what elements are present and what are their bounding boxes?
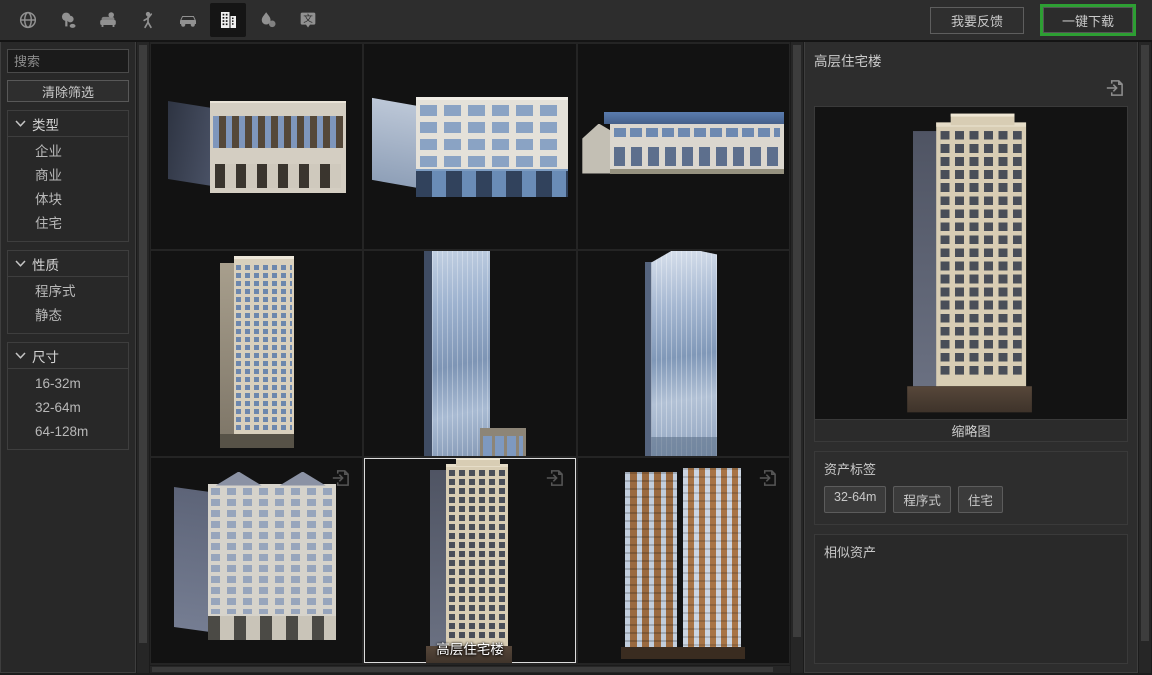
toolbar-tab-globe[interactable] bbox=[10, 3, 46, 37]
toolbar-tab-decal[interactable] bbox=[250, 3, 286, 37]
asset-card[interactable] bbox=[151, 458, 362, 663]
toolbar-tab-vegetation[interactable] bbox=[50, 3, 86, 37]
export-icon[interactable] bbox=[756, 466, 780, 490]
filter-item-64-128m[interactable]: 64-128m bbox=[8, 420, 128, 444]
props-icon bbox=[97, 9, 119, 31]
decal-icon bbox=[257, 9, 279, 31]
scrollbar-thumb[interactable] bbox=[1141, 45, 1149, 641]
scrollbar-thumb[interactable] bbox=[139, 45, 147, 643]
similar-assets-section: 相似资产 bbox=[814, 534, 1128, 664]
filter-item-commercial[interactable]: 商业 bbox=[8, 164, 128, 188]
filter-item-static[interactable]: 静态 bbox=[8, 304, 128, 328]
tag-residential[interactable]: 住宅 bbox=[958, 486, 1003, 513]
filter-item-massing[interactable]: 体块 bbox=[8, 188, 128, 212]
tag-size[interactable]: 32-64m bbox=[824, 486, 886, 513]
asset-card[interactable] bbox=[578, 251, 789, 456]
asset-thumbnail bbox=[151, 251, 362, 456]
filter-item-enterprise[interactable]: 企业 bbox=[8, 140, 128, 164]
filter-group-items: 企业 商业 体块 住宅 bbox=[8, 137, 128, 241]
feedback-button[interactable]: 我要反馈 bbox=[930, 7, 1024, 34]
toolbar-tab-props[interactable] bbox=[90, 3, 126, 37]
character-icon bbox=[137, 9, 159, 31]
main-area: 清除筛选 类型 企业 商业 体块 住宅 性质 bbox=[0, 42, 1152, 673]
chevron-down-icon bbox=[15, 259, 26, 268]
filter-group-items: 16-32m 32-64m 64-128m bbox=[8, 369, 128, 449]
asset-card[interactable] bbox=[151, 44, 362, 249]
toolbar-tab-vehicle[interactable] bbox=[170, 3, 206, 37]
asset-card[interactable] bbox=[578, 458, 789, 663]
filter-group-label: 类型 bbox=[32, 114, 59, 134]
filter-group-nature-header[interactable]: 性质 bbox=[8, 251, 128, 277]
filter-group-size-header[interactable]: 尺寸 bbox=[8, 343, 128, 369]
asset-thumbnail bbox=[578, 251, 789, 456]
chevron-down-icon bbox=[15, 119, 26, 128]
filter-group-items: 程序式 静态 bbox=[8, 277, 128, 333]
filter-item-32-64m[interactable]: 32-64m bbox=[8, 396, 128, 420]
filter-sidebar: 清除筛选 类型 企业 商业 体块 住宅 性质 bbox=[0, 42, 136, 673]
download-button-highlight: 一键下载 bbox=[1040, 4, 1136, 36]
filter-group-label: 性质 bbox=[32, 254, 59, 274]
detail-thumbnail bbox=[815, 107, 1127, 419]
filter-group-type-header[interactable]: 类型 bbox=[8, 111, 128, 137]
scrollbar-thumb[interactable] bbox=[793, 45, 801, 637]
sign-icon: 文 bbox=[297, 9, 319, 31]
vehicle-icon bbox=[176, 8, 200, 32]
svg-text:文: 文 bbox=[303, 13, 313, 25]
export-icon[interactable] bbox=[329, 466, 353, 490]
asset-card-selected[interactable]: 高层住宅楼 bbox=[364, 458, 575, 663]
filter-group-size: 尺寸 16-32m 32-64m 64-128m bbox=[7, 342, 129, 450]
toolbar-tab-building[interactable] bbox=[210, 3, 246, 37]
tag-procedural[interactable]: 程序式 bbox=[893, 486, 951, 513]
scrollbar-thumb[interactable] bbox=[152, 667, 773, 672]
asset-thumbnail bbox=[364, 251, 575, 456]
detail-scrollbar[interactable] bbox=[1138, 42, 1152, 673]
top-toolbar: 文 我要反馈 一键下载 bbox=[0, 0, 1152, 42]
asset-thumbnail bbox=[578, 44, 789, 249]
thumbnail-caption: 缩略图 bbox=[814, 419, 1128, 442]
detail-panel: 高层住宅楼 缩略图 资产标签 32-64m 程序式 住宅 相似资产 bbox=[804, 42, 1138, 673]
download-button[interactable]: 一键下载 bbox=[1043, 7, 1133, 33]
export-icon[interactable] bbox=[543, 466, 567, 490]
asset-thumbnail bbox=[151, 44, 362, 249]
filter-item-16-32m[interactable]: 16-32m bbox=[8, 372, 128, 396]
grid-scrollbar[interactable] bbox=[790, 42, 804, 673]
asset-card[interactable] bbox=[364, 44, 575, 249]
asset-tags-row: 32-64m 程序式 住宅 bbox=[824, 486, 1118, 513]
detail-title: 高层住宅楼 bbox=[814, 50, 1128, 70]
asset-tags-header: 资产标签 bbox=[824, 459, 1118, 478]
asset-card[interactable] bbox=[364, 251, 575, 456]
similar-assets-header: 相似资产 bbox=[824, 542, 1118, 561]
detail-thumbnail-box bbox=[814, 106, 1128, 419]
vegetation-icon bbox=[57, 9, 79, 31]
filter-item-residential[interactable]: 住宅 bbox=[8, 212, 128, 236]
filter-group-label: 尺寸 bbox=[32, 346, 59, 366]
asset-grid-area: 高层住宅楼 bbox=[150, 42, 790, 673]
asset-thumbnail bbox=[364, 44, 575, 249]
toolbar-tab-sign[interactable]: 文 bbox=[290, 3, 326, 37]
asset-card[interactable] bbox=[151, 251, 362, 456]
search-input[interactable] bbox=[7, 49, 129, 73]
asset-tags-section: 资产标签 32-64m 程序式 住宅 bbox=[814, 451, 1128, 525]
asset-grid: 高层住宅楼 bbox=[150, 42, 790, 665]
filter-item-procedural[interactable]: 程序式 bbox=[8, 280, 128, 304]
sidebar-scrollbar[interactable] bbox=[136, 42, 150, 673]
toolbar-tab-character[interactable] bbox=[130, 3, 166, 37]
asset-card-label: 高层住宅楼 bbox=[364, 638, 575, 658]
chevron-down-icon bbox=[15, 351, 26, 360]
filter-group-nature: 性质 程序式 静态 bbox=[7, 250, 129, 334]
clear-filters-button[interactable]: 清除筛选 bbox=[7, 80, 129, 102]
export-icon[interactable] bbox=[1103, 76, 1127, 100]
globe-icon bbox=[17, 9, 39, 31]
building-icon bbox=[216, 8, 240, 32]
grid-horizontal-scrollbar[interactable] bbox=[150, 665, 790, 673]
asset-card[interactable] bbox=[578, 44, 789, 249]
filter-group-type: 类型 企业 商业 体块 住宅 bbox=[7, 110, 129, 242]
